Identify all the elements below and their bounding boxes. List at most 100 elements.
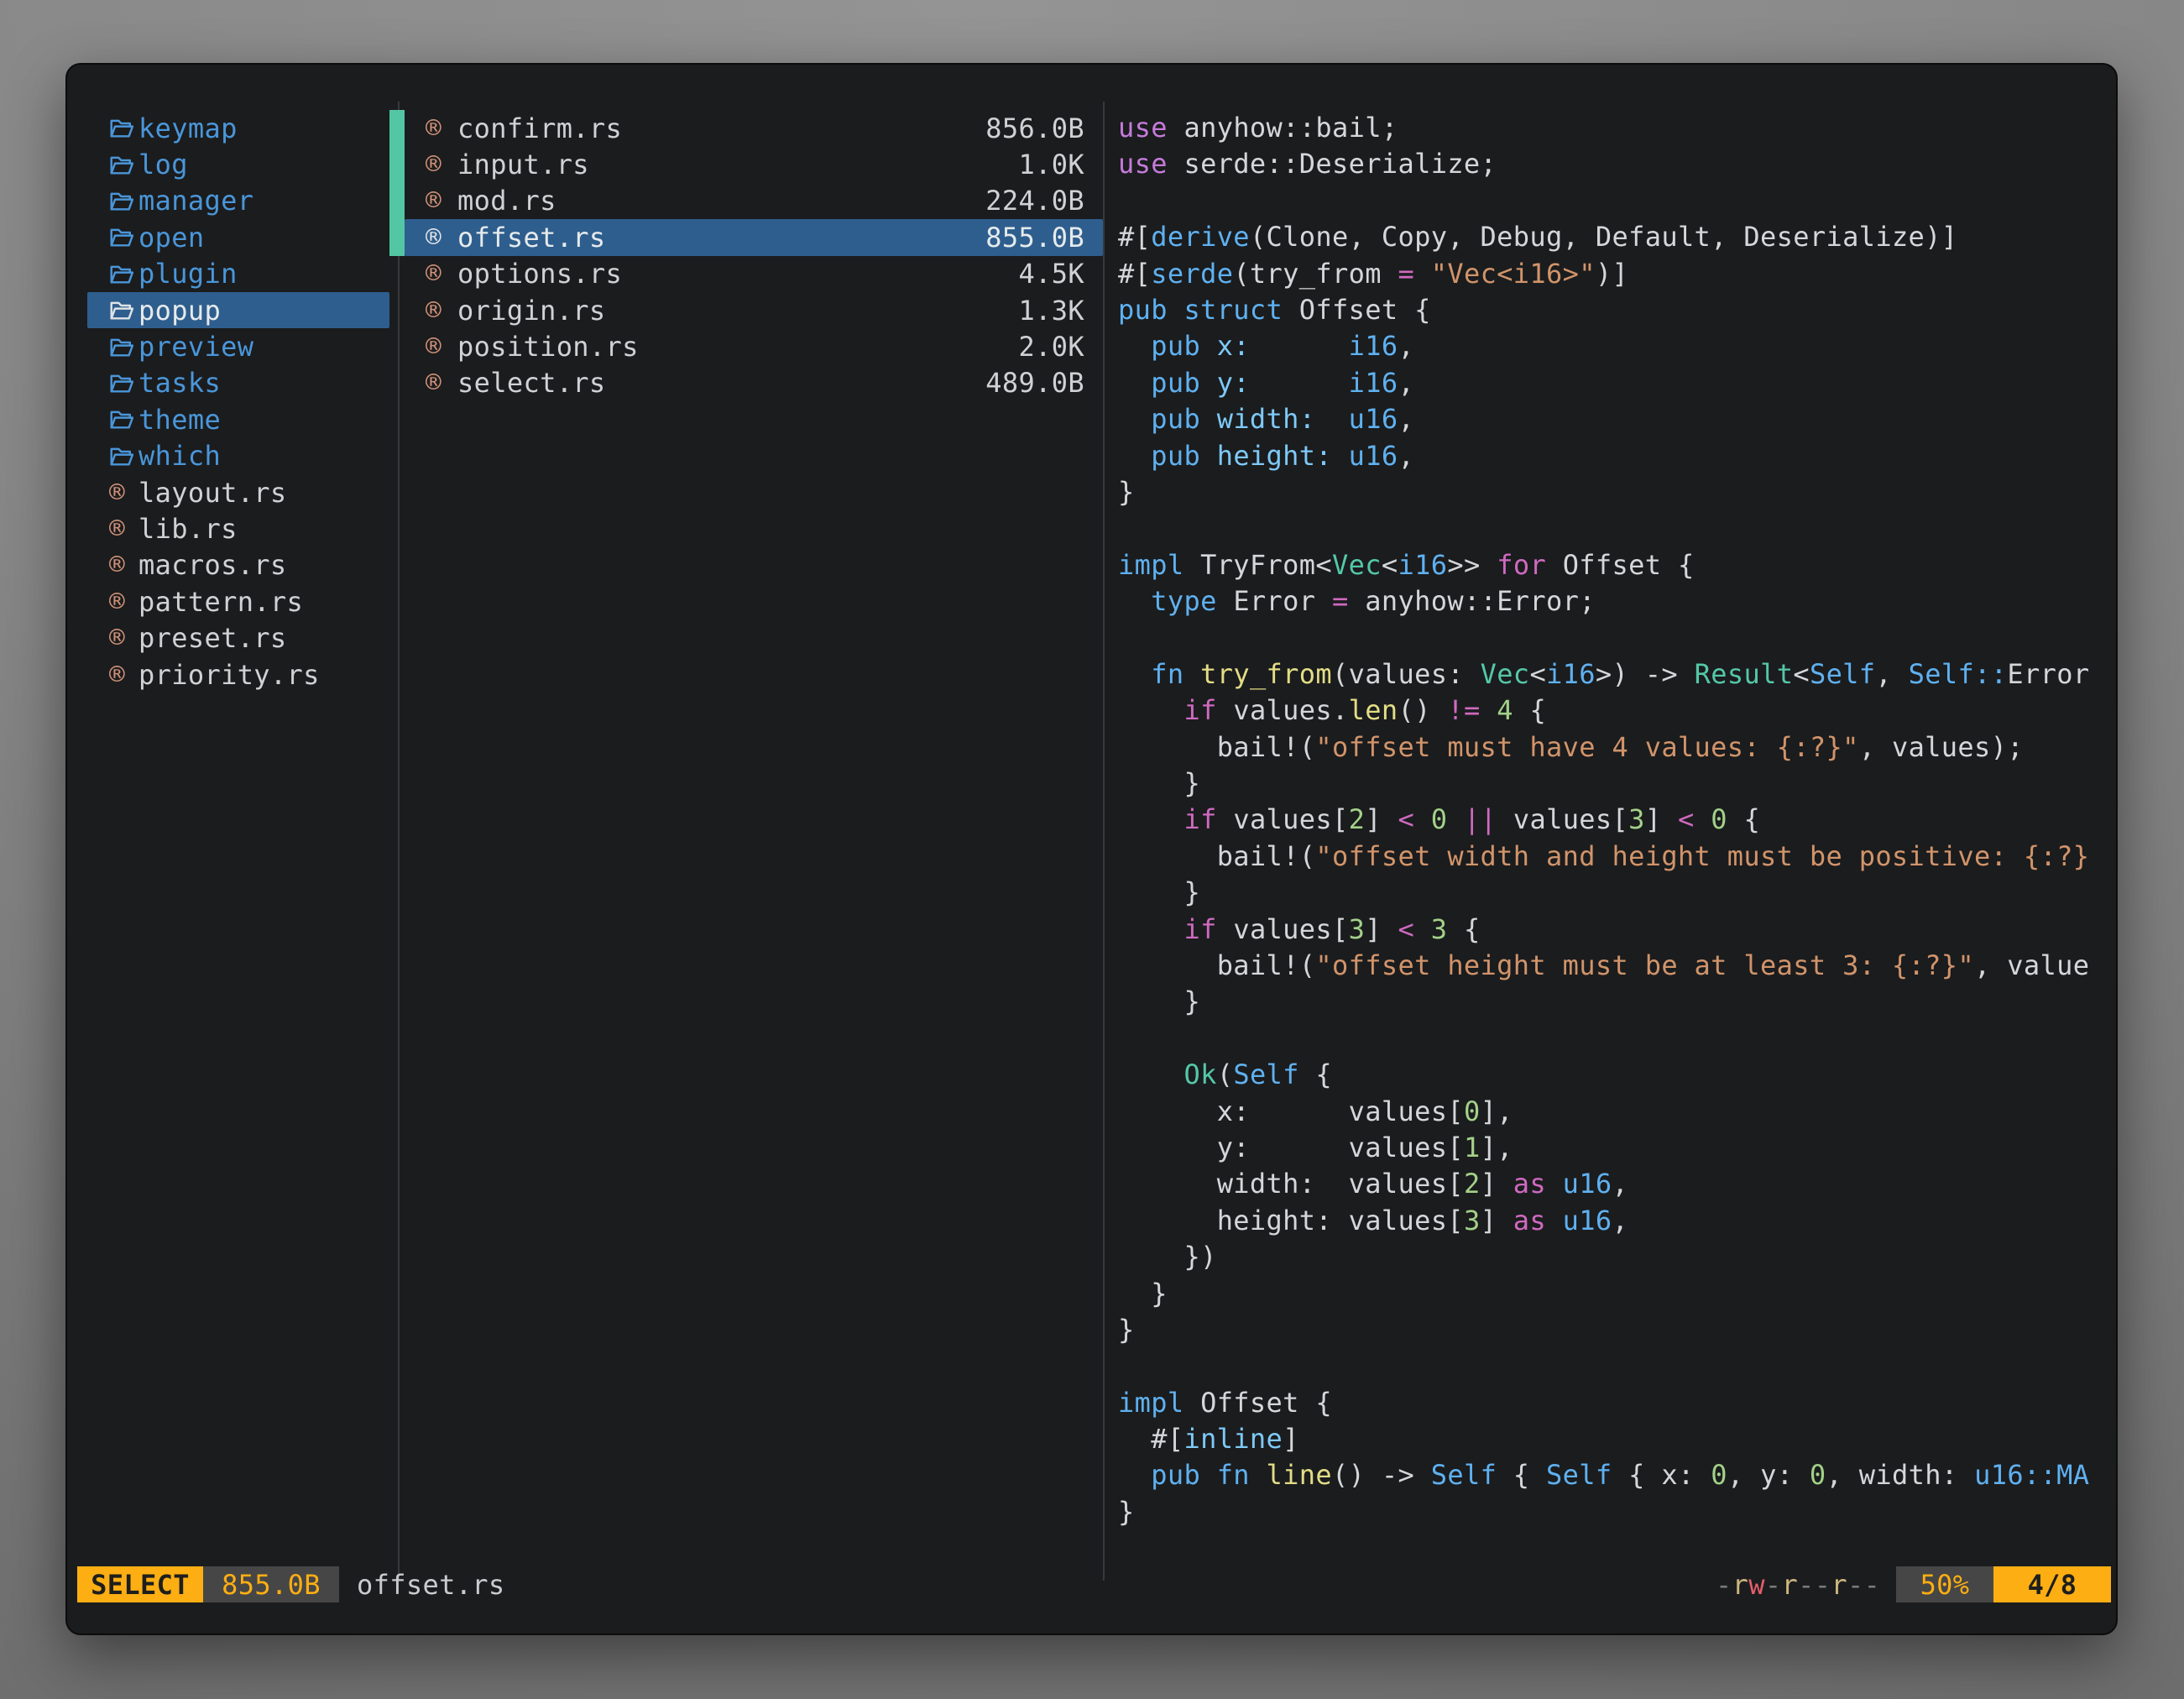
code-token — [1118, 367, 1151, 399]
code-token: if — [1183, 803, 1233, 835]
code-token: 0 — [1431, 803, 1448, 835]
item-label: mod.rs — [457, 185, 556, 217]
code-token: { — [1447, 913, 1480, 945]
code-line: y: values[1], — [1118, 1130, 2114, 1166]
selected-files-marker-bar — [389, 110, 405, 256]
code-token: "offset width and height must be positiv… — [1315, 840, 2089, 872]
file-row-input-rs[interactable]: ®input.rs1.0K — [405, 146, 1103, 182]
code-token: anyhow::Error; — [1365, 585, 1596, 617]
code-token: impl — [1118, 549, 1200, 581]
file-row-priority-rs[interactable]: ®priority.rs — [87, 656, 389, 693]
code-token: () -> — [1332, 1459, 1431, 1491]
code-token: #[ — [1118, 258, 1151, 290]
open-folder-icon — [109, 117, 138, 139]
file-size: 224.0B — [985, 185, 1103, 217]
folder-row-plugin[interactable]: plugin — [87, 256, 389, 292]
item-label: position.rs — [457, 331, 639, 363]
item-label: offset.rs — [457, 222, 606, 254]
rust-file-icon: ® — [109, 660, 138, 690]
folder-row-keymap[interactable]: keymap — [87, 110, 389, 146]
code-token: , — [1398, 403, 1415, 435]
open-folder-icon — [109, 445, 138, 468]
desktop-background: { "left_pane": { "items": [ {"label":"ke… — [0, 0, 2184, 1699]
code-token: { — [1497, 1459, 1546, 1491]
code-token — [1118, 1059, 1183, 1090]
file-row-offset-rs[interactable]: ®offset.rs855.0B — [405, 219, 1103, 255]
folder-row-popup[interactable]: popup — [87, 292, 389, 328]
code-token: 0 — [1464, 1095, 1481, 1127]
code-token: Ok — [1183, 1059, 1216, 1090]
file-row-mod-rs[interactable]: ®mod.rs224.0B — [405, 183, 1103, 219]
code-token: values[ — [1513, 803, 1628, 835]
open-folder-icon — [109, 299, 138, 322]
code-token: fn — [1151, 658, 1200, 690]
code-token: = — [1332, 585, 1365, 617]
code-token: i16 — [1349, 367, 1398, 399]
file-size-badge: 855.0B — [203, 1566, 339, 1602]
code-token — [1332, 440, 1349, 472]
code-line: height: values[3] as u16, — [1118, 1203, 2114, 1239]
code-token: pub — [1151, 440, 1216, 472]
code-token — [1118, 1459, 1151, 1491]
code-token: () — [1398, 694, 1448, 726]
code-token: 1 — [1464, 1132, 1481, 1163]
file-row-preset-rs[interactable]: ®preset.rs — [87, 619, 389, 656]
folder-row-preview[interactable]: preview — [87, 328, 389, 364]
code-token: Self — [1546, 1459, 1612, 1491]
file-row-options-rs[interactable]: ®options.rs4.5K — [405, 256, 1103, 292]
item-label: keymap — [138, 112, 238, 144]
code-line: } — [1118, 766, 2114, 802]
code-line: pub x: i16, — [1118, 328, 2114, 364]
permissions-text: -rw-r--r-- — [1716, 1566, 1880, 1602]
rust-file-icon: ® — [426, 368, 457, 398]
scroll-percent-badge: 50% — [1896, 1566, 1993, 1602]
mode-badge: SELECT — [77, 1566, 203, 1602]
file-row-origin-rs[interactable]: ®origin.rs1.3K — [405, 292, 1103, 328]
code-token: < — [1678, 803, 1711, 835]
permission-char: - — [1847, 1569, 1864, 1601]
folder-row-tasks[interactable]: tasks — [87, 365, 389, 401]
folder-row-manager[interactable]: manager — [87, 183, 389, 219]
code-token: pub — [1151, 367, 1216, 399]
code-token: >> — [1447, 549, 1497, 581]
cursor-position-badge: 4/8 — [1993, 1566, 2111, 1602]
code-line: impl Offset { — [1118, 1385, 2114, 1421]
permission-char: r — [1831, 1569, 1847, 1601]
code-line: pub struct Offset { — [1118, 292, 2114, 328]
file-row-layout-rs[interactable]: ®layout.rs — [87, 474, 389, 510]
file-row-pattern-rs[interactable]: ®pattern.rs — [87, 583, 389, 619]
code-token — [1118, 403, 1151, 435]
code-token: "offset must have 4 values: {:?}" — [1315, 731, 1858, 763]
folder-row-which[interactable]: which — [87, 438, 389, 474]
code-token: len — [1349, 694, 1398, 726]
folder-row-open[interactable]: open — [87, 219, 389, 255]
item-label: log — [138, 149, 188, 180]
code-line: bail!("offset must have 4 values: {:?}",… — [1118, 729, 2114, 766]
folder-row-theme[interactable]: theme — [87, 401, 389, 437]
folder-row-log[interactable]: log — [87, 146, 389, 182]
item-label: manager — [138, 185, 253, 217]
file-row-lib-rs[interactable]: ®lib.rs — [87, 510, 389, 546]
code-token: anyhow::bail; — [1183, 112, 1398, 144]
code-token: pub struct — [1118, 294, 1299, 326]
code-token: , — [1612, 1205, 1629, 1236]
code-token: i16 — [1546, 658, 1596, 690]
file-size: 2.0K — [1019, 331, 1103, 363]
code-token: , — [1398, 330, 1415, 362]
code-token: line — [1267, 1459, 1332, 1491]
file-row-macros-rs[interactable]: ®macros.rs — [87, 547, 389, 583]
file-size: 4.5K — [1019, 258, 1103, 290]
code-token: ], — [1481, 1132, 1513, 1163]
file-row-position-rs[interactable]: ®position.rs2.0K — [405, 328, 1103, 364]
file-row-confirm-rs[interactable]: ®confirm.rs856.0B — [405, 110, 1103, 146]
item-label: theme — [138, 404, 221, 436]
item-label: preset.rs — [138, 622, 287, 654]
code-line — [1118, 1021, 2114, 1057]
file-row-select-rs[interactable]: ®select.rs489.0B — [405, 365, 1103, 401]
code-token: if — [1183, 694, 1233, 726]
code-token: < — [1529, 658, 1546, 690]
code-token — [1118, 913, 1183, 945]
open-folder-icon — [109, 226, 138, 248]
code-token — [1118, 694, 1183, 726]
code-token: use — [1118, 148, 1183, 180]
